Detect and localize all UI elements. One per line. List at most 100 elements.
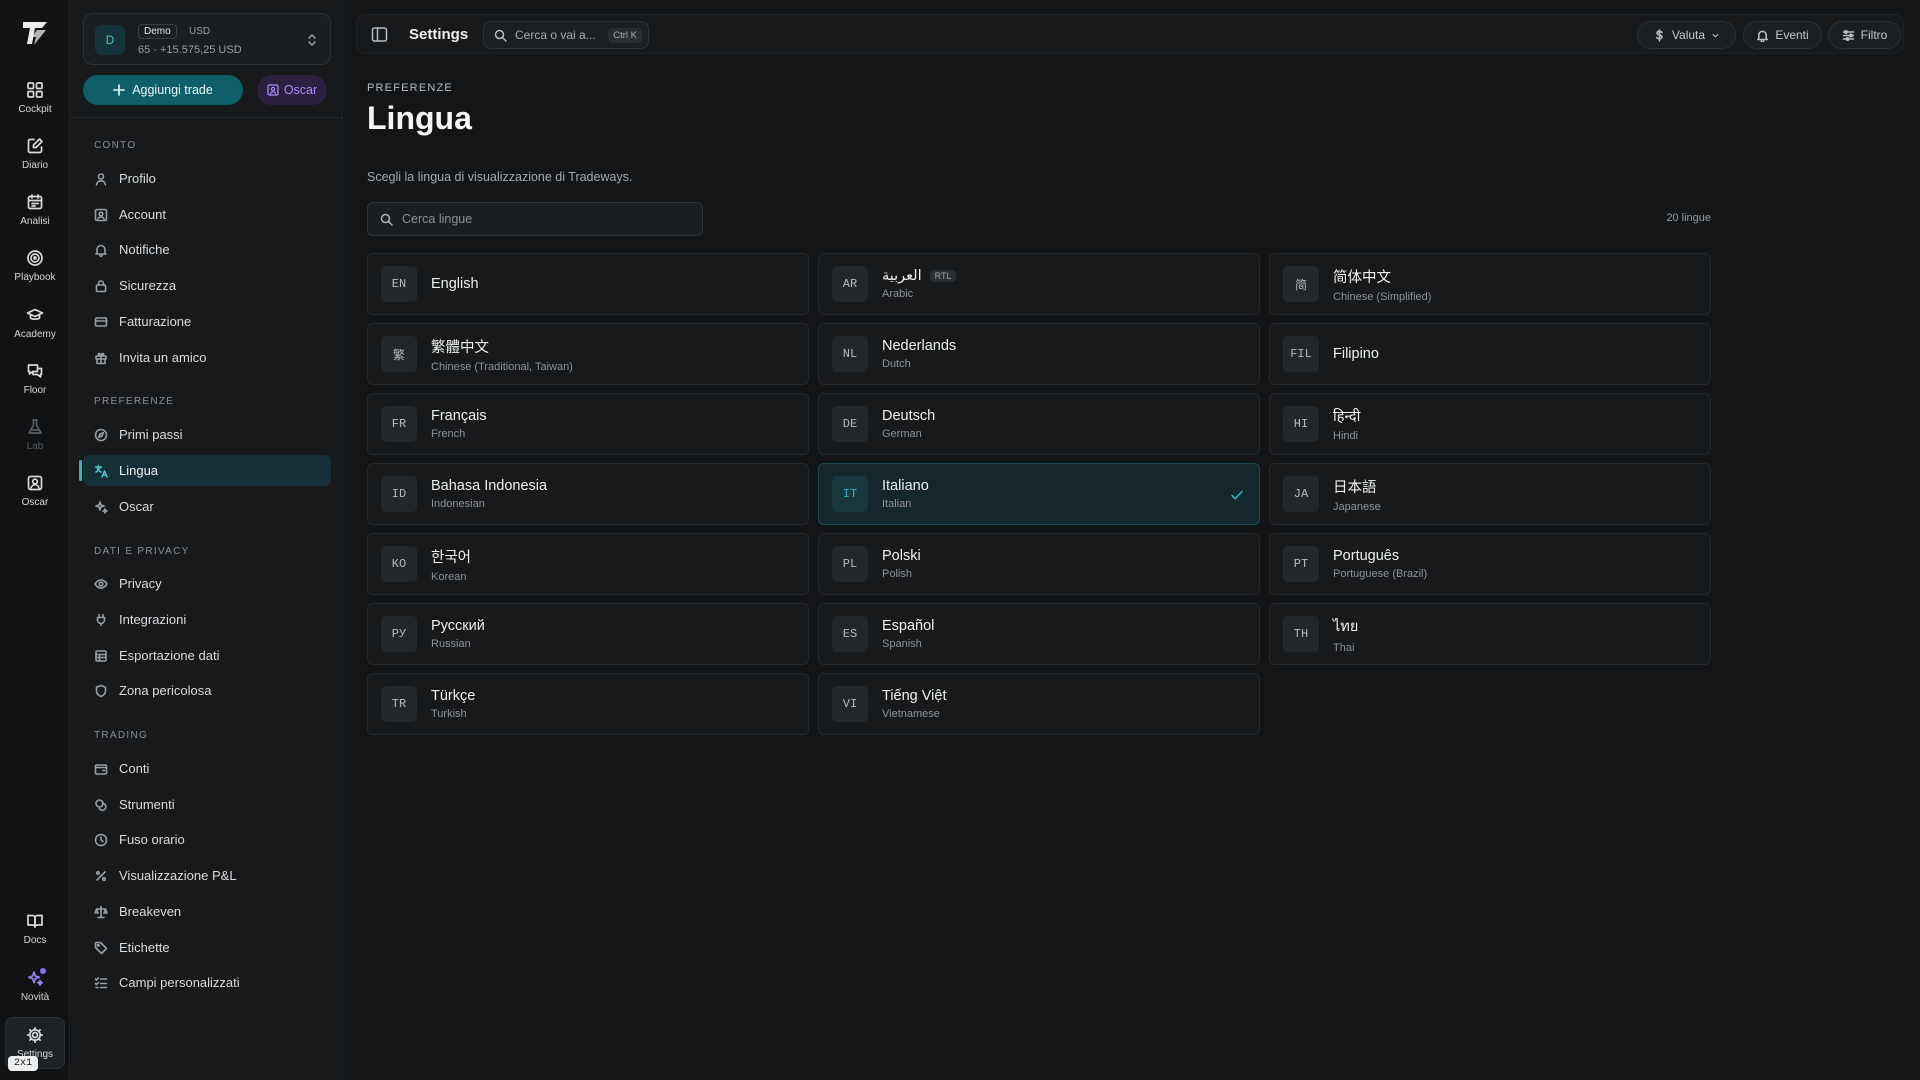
sidebar-item-fuso-orario[interactable]: Fuso orario bbox=[83, 824, 331, 855]
language-names: 한국어 Korean bbox=[431, 546, 471, 583]
language-english-name: German bbox=[882, 428, 922, 440]
language-option-chinese-traditional-taiwan[interactable]: 繁繁體中文 Chinese (Traditional, Taiwan) bbox=[367, 323, 809, 385]
language-search-box[interactable] bbox=[367, 202, 703, 236]
language-option-thai[interactable]: TH ไทย Thai bbox=[1269, 603, 1711, 665]
language-option-polish[interactable]: PL Polski Polish bbox=[818, 533, 1260, 595]
rail-item-floor[interactable]: Floor bbox=[5, 353, 65, 405]
id-card-icon bbox=[94, 208, 108, 221]
sidebar-item-etichette[interactable]: Etichette bbox=[83, 932, 331, 963]
language-native-name: 한국어 bbox=[431, 549, 472, 566]
rail-item-academy[interactable]: Academy bbox=[5, 297, 65, 349]
shortcut-hint: Ctrl K bbox=[608, 28, 642, 43]
rail-label: Floor bbox=[23, 385, 47, 396]
rail-label: Lab bbox=[26, 441, 44, 452]
language-option-arabic[interactable]: AR العربية RTL Arabic bbox=[818, 253, 1260, 315]
language-names: Français French bbox=[431, 408, 487, 440]
sidebar-item-breakeven[interactable]: Breakeven bbox=[83, 896, 331, 927]
sidebar-item-account[interactable]: Account bbox=[83, 199, 331, 230]
rail-item-playbook[interactable]: Playbook bbox=[5, 240, 65, 292]
sidebar-item-invita[interactable]: Invita un amico bbox=[83, 342, 331, 373]
language-option-filipino[interactable]: FIL Filipino bbox=[1269, 323, 1711, 385]
language-option-chinese-simplified[interactable]: 简简体中文 Chinese (Simplified) bbox=[1269, 253, 1711, 315]
language-option-french[interactable]: FR Français French bbox=[367, 393, 809, 455]
language-option-german[interactable]: DE Deutsch German bbox=[818, 393, 1260, 455]
language-native-name: Русский bbox=[431, 618, 485, 634]
dollar-icon bbox=[1655, 28, 1663, 42]
sidebar-item-sicurezza[interactable]: Sicurezza bbox=[83, 270, 331, 301]
language-native-name: Nederlands bbox=[882, 338, 957, 354]
rail-item-novita[interactable]: Novità bbox=[5, 960, 65, 1012]
sliders-icon bbox=[1842, 29, 1854, 41]
currency-button[interactable]: Valuta bbox=[1637, 21, 1736, 49]
language-names: 日本語 Japanese bbox=[1333, 476, 1381, 513]
rail-item-cockpit[interactable]: Cockpit bbox=[5, 72, 65, 124]
rail-label: Novità bbox=[20, 992, 50, 1003]
sidebar-item-integrazioni[interactable]: Integrazioni bbox=[83, 604, 331, 635]
section-title-dati-privacy: DATI E PRIVACY bbox=[94, 546, 190, 557]
sidebar-item-label: Primi passi bbox=[119, 427, 183, 442]
language-native-name-row: Español bbox=[882, 618, 934, 634]
language-english-name: French bbox=[431, 428, 466, 440]
language-native-name-row: Русский bbox=[431, 618, 485, 634]
events-button[interactable]: Eventi bbox=[1743, 21, 1822, 49]
sidebar-item-campi[interactable]: Campi personalizzati bbox=[83, 967, 331, 998]
language-option-dutch[interactable]: NL Nederlands Dutch bbox=[818, 323, 1260, 385]
sidebar-item-zona-pericolosa[interactable]: Zona pericolosa bbox=[83, 675, 331, 706]
sidebar-item-lingua[interactable]: Lingua bbox=[79, 455, 331, 486]
language-code: HI bbox=[1283, 406, 1319, 442]
rail-item-oscar[interactable]: Oscar bbox=[5, 465, 65, 517]
add-trade-button[interactable]: Aggiungi trade bbox=[83, 75, 243, 105]
account-currency: USD bbox=[189, 26, 211, 37]
list-checks-icon bbox=[94, 976, 108, 988]
sidebar-toggle-icon[interactable] bbox=[371, 26, 388, 43]
chat-icon bbox=[27, 364, 43, 378]
language-option-italian[interactable]: IT Italiano Italian bbox=[818, 463, 1260, 525]
rail-label: Cockpit bbox=[18, 104, 52, 115]
sidebar-item-oscar[interactable]: Oscar bbox=[83, 491, 331, 522]
language-native-name: 日本語 bbox=[1333, 479, 1377, 496]
language-option-spanish[interactable]: ES Español Spanish bbox=[818, 603, 1260, 665]
language-search-input[interactable] bbox=[402, 212, 682, 226]
language-english-name: Indonesian bbox=[431, 498, 485, 510]
rail-item-docs[interactable]: Docs bbox=[5, 903, 65, 955]
sidebar-item-label: Breakeven bbox=[119, 904, 182, 919]
sidebar-item-esportazione[interactable]: Esportazione dati bbox=[83, 640, 331, 671]
sidebar-item-fatturazione[interactable]: Fatturazione bbox=[83, 306, 331, 337]
sidebar-item-label: Integrazioni bbox=[119, 612, 187, 627]
rail-item-analisi[interactable]: Analisi bbox=[5, 184, 65, 236]
account-switcher[interactable]: D Demo USD 65 · +15.575,25 USD bbox=[83, 13, 331, 65]
grid-icon bbox=[27, 82, 43, 98]
language-option-turkish[interactable]: TR Türkçe Turkish bbox=[367, 673, 809, 735]
language-option-portuguese-brazil[interactable]: PT Português Portuguese (Brazil) bbox=[1269, 533, 1711, 595]
language-option-hindi[interactable]: HI हिन्दी Hindi bbox=[1269, 393, 1711, 455]
section-title-conto: CONTO bbox=[94, 140, 137, 151]
language-english-name: Vietnamese bbox=[882, 708, 940, 720]
language-names: 简体中文 Chinese (Simplified) bbox=[1333, 266, 1431, 303]
language-option-vietnamese[interactable]: VI Tiếng Việt Vietnamese bbox=[818, 673, 1260, 735]
sidebar-item-profilo[interactable]: Profilo bbox=[83, 163, 331, 194]
oscar-button[interactable]: Oscar bbox=[257, 75, 327, 105]
language-option-russian[interactable]: РУ Русский Russian bbox=[367, 603, 809, 665]
tradeways-logo-icon[interactable] bbox=[20, 18, 50, 48]
language-native-name: العربية bbox=[882, 268, 922, 284]
target-icon bbox=[27, 250, 43, 266]
page-title: Settings bbox=[409, 26, 469, 43]
sidebar-item-conti[interactable]: Conti bbox=[83, 753, 331, 784]
language-native-name: Türkçe bbox=[431, 688, 476, 704]
section-title-preferenze: PREFERENZE bbox=[94, 396, 175, 407]
language-option-japanese[interactable]: JA 日本語 Japanese bbox=[1269, 463, 1711, 525]
sidebar-item-primi-passi[interactable]: Primi passi bbox=[83, 419, 331, 450]
graduation-cap-icon bbox=[26, 308, 44, 320]
language-option-korean[interactable]: KO 한국어 Korean bbox=[367, 533, 809, 595]
language-option-english[interactable]: EN English bbox=[367, 253, 809, 315]
sidebar-item-notifiche[interactable]: Notifiche bbox=[83, 234, 331, 265]
rail-item-lab[interactable]: Lab bbox=[5, 409, 65, 461]
sidebar-item-privacy[interactable]: Privacy bbox=[83, 568, 331, 599]
language-option-indonesian[interactable]: ID Bahasa Indonesia Indonesian bbox=[367, 463, 809, 525]
sidebar-item-strumenti[interactable]: Strumenti bbox=[83, 789, 331, 820]
rail-item-diario[interactable]: Diario bbox=[5, 128, 65, 180]
filter-button[interactable]: Filtro bbox=[1828, 21, 1901, 49]
language-names: Bahasa Indonesia Indonesian bbox=[431, 478, 547, 510]
sidebar-item-pl[interactable]: Visualizzazione P&L bbox=[83, 860, 331, 891]
command-search[interactable]: Cerca o vai a... Ctrl K bbox=[483, 21, 649, 49]
